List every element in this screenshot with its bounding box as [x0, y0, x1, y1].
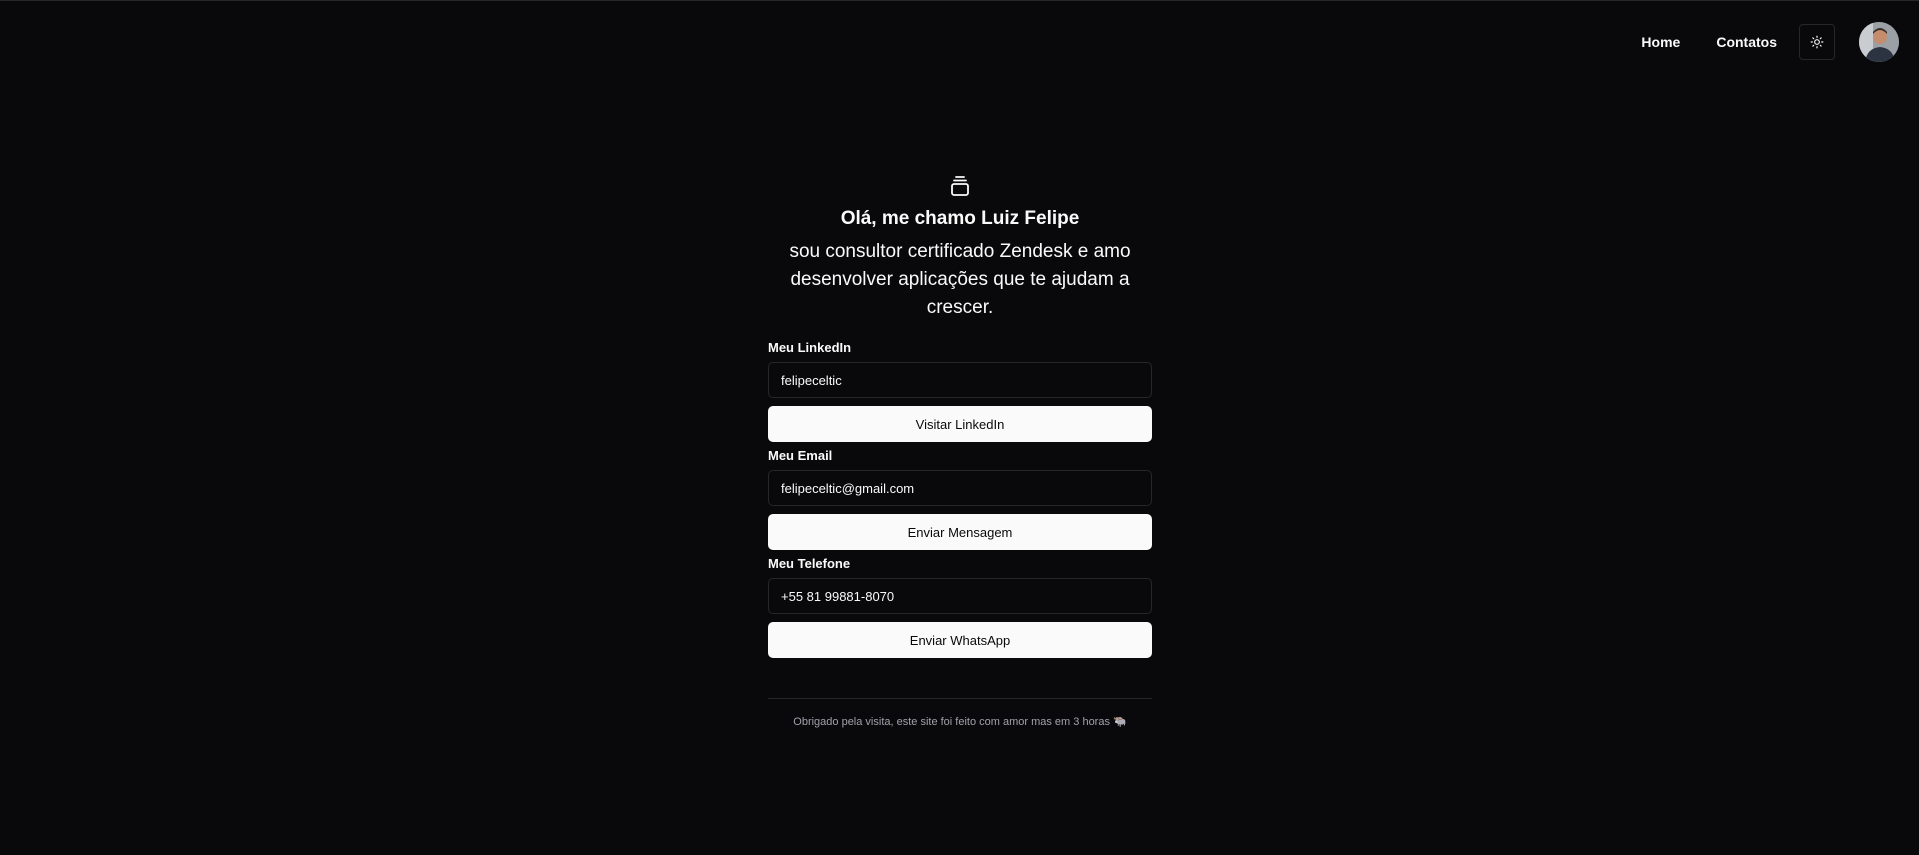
phone-label: Meu Telefone: [768, 556, 851, 571]
email-label: Meu Email: [768, 448, 833, 463]
layers-icon: [951, 176, 969, 196]
send-message-button[interactable]: Enviar Mensagem: [768, 514, 1152, 550]
contacts-form: Meu LinkedIn Visitar LinkedIn Meu Email …: [768, 340, 1152, 664]
footer-text: Obrigado pela visita, este site foi feit…: [793, 716, 1127, 728]
linkedin-label: Meu LinkedIn: [768, 340, 852, 355]
user-avatar-image: [1859, 22, 1899, 62]
page-subtitle: sou consultor certificado Zendesk e amo …: [789, 241, 1131, 318]
nav-contacts-link[interactable]: Contatos: [1716, 34, 1777, 50]
linkedin-input[interactable]: [768, 362, 1152, 398]
phone-input[interactable]: [768, 578, 1152, 614]
top-border: [0, 0, 1919, 1]
visit-linkedin-button[interactable]: Visitar LinkedIn: [768, 406, 1152, 442]
page-title: Olá, me chamo Luiz Felipe: [840, 208, 1080, 229]
footer-divider: [768, 698, 1152, 699]
top-navbar: Home Contatos: [1641, 22, 1899, 62]
send-whatsapp-button[interactable]: Enviar WhatsApp: [768, 622, 1152, 658]
main-content: Olá, me chamo Luiz Felipe sou consultor …: [768, 174, 1152, 728]
nav-home-link[interactable]: Home: [1641, 34, 1680, 50]
email-input[interactable]: [768, 470, 1152, 506]
avatar[interactable]: [1859, 22, 1899, 62]
sun-icon: [1810, 35, 1824, 49]
theme-toggle-button[interactable]: [1799, 24, 1835, 60]
